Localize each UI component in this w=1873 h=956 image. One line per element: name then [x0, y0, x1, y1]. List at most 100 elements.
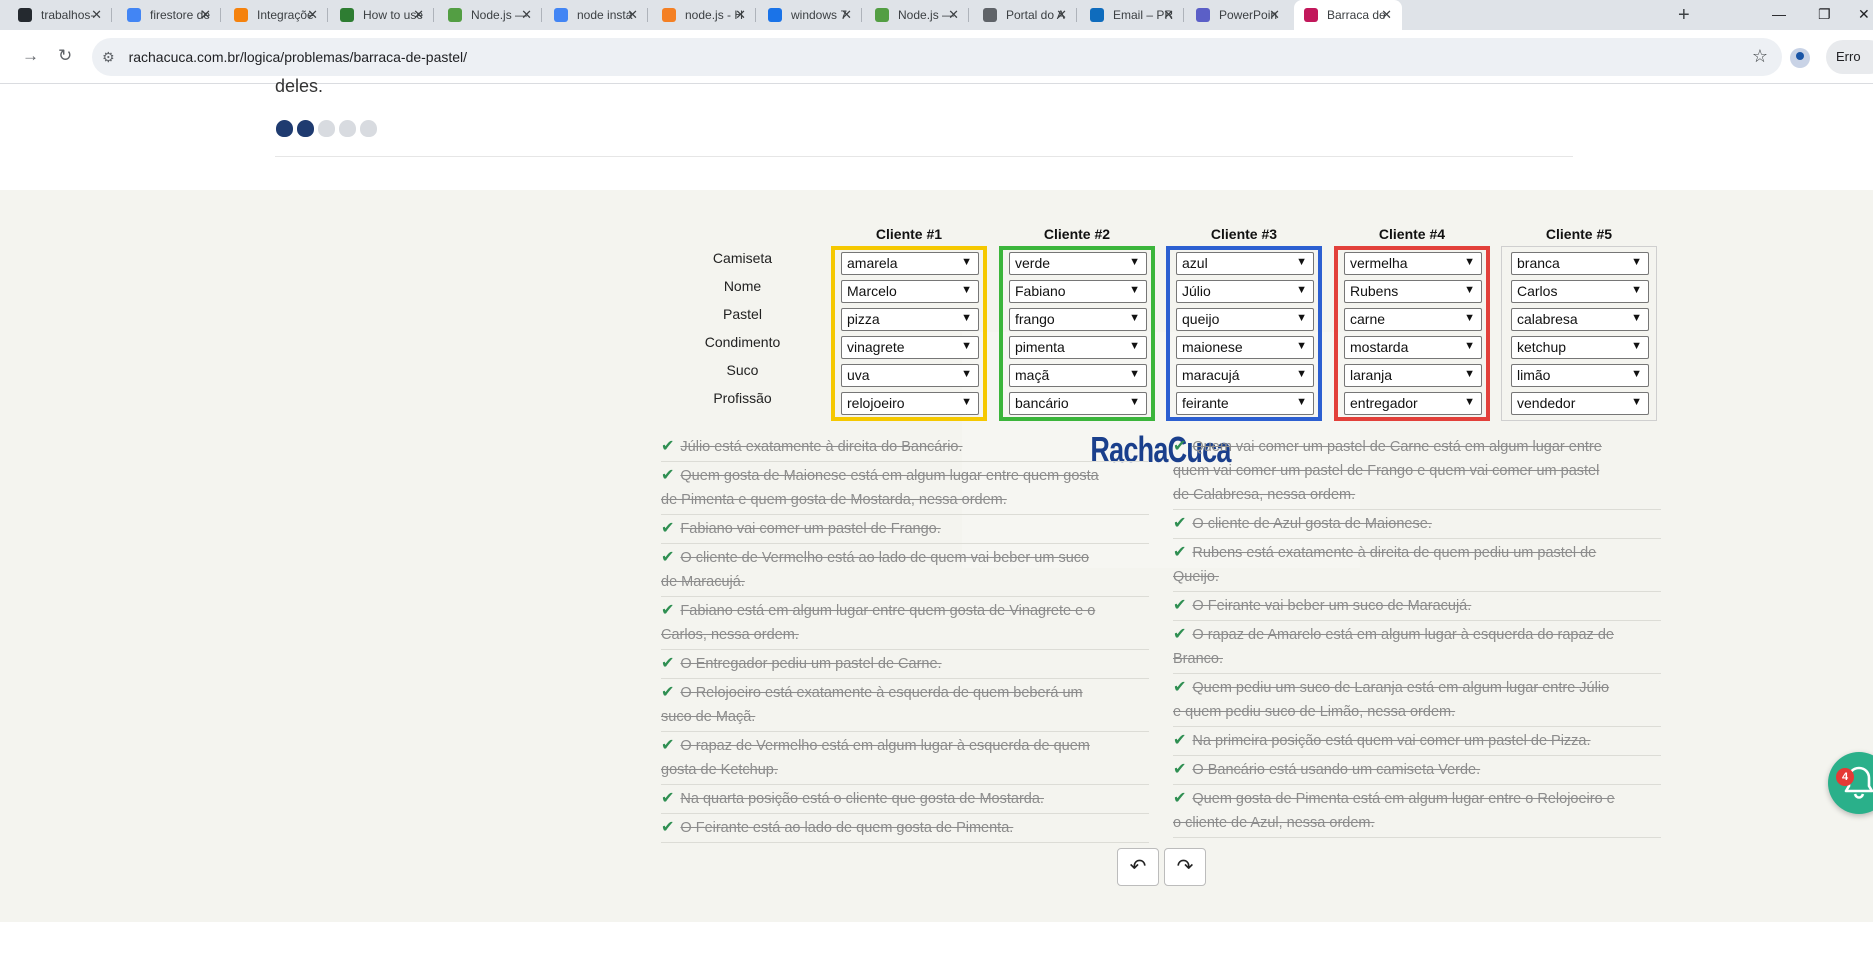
browser-tab[interactable]: node insta ✕ — [544, 0, 648, 30]
select-value: amarela — [847, 255, 898, 271]
clue-text: gosta de Ketchup. — [661, 762, 778, 778]
close-tab-icon[interactable]: ✕ — [1269, 8, 1280, 22]
attribute-select[interactable]: calabresa ▼ — [1511, 308, 1649, 331]
attribute-select[interactable]: maracujá ▼ — [1176, 364, 1314, 387]
profile-error-button[interactable]: Erro — [1826, 40, 1873, 74]
clue-item[interactable]: ✔ Quem pediu um suco de Laranja está em a… — [1173, 676, 1661, 724]
clue-item[interactable]: ✔ Quem gosta de Pimenta está em algum lug… — [1173, 787, 1661, 835]
attribute-select[interactable]: laranja ▼ — [1344, 364, 1482, 387]
firebase-icon — [234, 8, 248, 22]
browser-tab[interactable]: Integraçõe ✕ — [224, 0, 328, 30]
clue-item[interactable]: ✔ Fabiano está em algum lugar entre quem … — [661, 599, 1149, 647]
browser-tab[interactable]: How to use ✕ — [330, 0, 434, 30]
attribute-select[interactable]: feirante ▼ — [1176, 392, 1314, 415]
attribute-select[interactable]: vinagrete ▼ — [841, 336, 979, 359]
attribute-select[interactable]: maçã ▼ — [1009, 364, 1147, 387]
close-tab-icon[interactable]: ✕ — [200, 8, 211, 22]
clue-item[interactable]: ✔ O Feirante está ao lado de quem gosta d… — [661, 816, 1149, 840]
attribute-select[interactable]: vendedor ▼ — [1511, 392, 1649, 415]
new-tab-button[interactable]: + — [1678, 4, 1690, 27]
attribute-select[interactable]: verde ▼ — [1009, 252, 1147, 275]
close-window-button[interactable]: ✕ — [1858, 6, 1870, 23]
attribute-select[interactable]: uva ▼ — [841, 364, 979, 387]
undo-button[interactable]: ↶ — [1117, 848, 1159, 886]
clue-item[interactable]: ✔ O cliente de Vermelho está ao lado de q… — [661, 546, 1149, 594]
attribute-select[interactable]: Carlos ▼ — [1511, 280, 1649, 303]
clue-item[interactable]: ✔ Rubens está exatamente à direita de que… — [1173, 541, 1661, 589]
close-tab-icon[interactable]: ✕ — [948, 8, 959, 22]
chevron-down-icon: ▼ — [1631, 368, 1642, 380]
close-tab-icon[interactable]: ✕ — [307, 8, 318, 22]
browser-tab[interactable]: Node.js — ✕ — [865, 0, 969, 30]
url-text[interactable]: rachacuca.com.br/logica/problemas/barrac… — [129, 49, 468, 65]
close-tab-icon[interactable]: ✕ — [841, 8, 852, 22]
browser-tab[interactable]: firestore de ✕ — [117, 0, 221, 30]
attribute-select[interactable]: bancário ▼ — [1009, 392, 1147, 415]
browser-tab[interactable]: trabalhos- ✕ — [8, 0, 112, 30]
attribute-select[interactable]: pimenta ▼ — [1009, 336, 1147, 359]
browser-tab[interactable]: PowerPoin ✕ — [1186, 0, 1290, 30]
clue-item[interactable]: ✔ O cliente de Azul gosta de Maionese. — [1173, 512, 1661, 536]
close-tab-icon[interactable]: ✕ — [627, 8, 638, 22]
attribute-select[interactable]: maionese ▼ — [1176, 336, 1314, 359]
browser-tab[interactable]: windows 7 ✕ — [758, 0, 862, 30]
reload-icon[interactable]: ↻ — [58, 46, 72, 66]
select-value: uva — [847, 367, 870, 383]
clue-item[interactable]: ✔ O Entregador pediu um pastel de Carne. — [661, 652, 1149, 676]
attribute-select[interactable]: pizza ▼ — [841, 308, 979, 331]
browser-tab[interactable]: Barraca de ✕ — [1294, 0, 1402, 30]
attribute-select[interactable]: Júlio ▼ — [1176, 280, 1314, 303]
attribute-select[interactable]: Fabiano ▼ — [1009, 280, 1147, 303]
address-bar[interactable]: ⚙ rachacuca.com.br/logica/problemas/barr… — [92, 38, 1782, 76]
attribute-select[interactable]: amarela ▼ — [841, 252, 979, 275]
clue-item[interactable]: ✔ Júlio está exatamente à direita do Banc… — [661, 435, 1149, 459]
check-icon: ✔ — [661, 549, 675, 566]
restore-button[interactable]: ❐ — [1818, 6, 1831, 23]
clue-item[interactable]: ✔ O Bancário está usando um camiseta Verd… — [1173, 758, 1661, 782]
attribute-select[interactable]: Marcelo ▼ — [841, 280, 979, 303]
profile-avatar-icon[interactable] — [1790, 48, 1810, 68]
attribute-select[interactable]: azul ▼ — [1176, 252, 1314, 275]
attribute-select[interactable]: queijo ▼ — [1176, 308, 1314, 331]
close-tab-icon[interactable]: ✕ — [1381, 8, 1392, 22]
attribute-select[interactable]: Rubens ▼ — [1344, 280, 1482, 303]
close-tab-icon[interactable]: ✕ — [735, 8, 746, 22]
close-tab-icon[interactable]: ✕ — [91, 8, 102, 22]
attribute-select[interactable]: carne ▼ — [1344, 308, 1482, 331]
clue-item[interactable]: ✔ Na quarta posição está o cliente que go… — [661, 787, 1149, 811]
browser-tab[interactable]: node.js - H ✕ — [652, 0, 756, 30]
bookmark-star-icon[interactable]: ☆ — [1752, 46, 1768, 67]
attribute-select[interactable]: entregador ▼ — [1344, 392, 1482, 415]
attribute-select[interactable]: vermelha ▼ — [1344, 252, 1482, 275]
attribute-select[interactable]: frango ▼ — [1009, 308, 1147, 331]
clue-item[interactable]: ✔ O rapaz de Vermelho está em algum lugar… — [661, 734, 1149, 782]
forward-icon[interactable]: → — [22, 46, 39, 66]
attribute-select[interactable]: ketchup ▼ — [1511, 336, 1649, 359]
clue-item[interactable]: ✔ Quem gosta de Maionese está em algum lu… — [661, 464, 1149, 512]
close-tab-icon[interactable]: ✕ — [1163, 8, 1174, 22]
clue-text: Rubens está exatamente à direita de quem… — [1192, 545, 1597, 561]
minimize-button[interactable]: — — [1772, 6, 1786, 22]
clue-item[interactable]: ✔ O rapaz de Amarelo está em algum lugar … — [1173, 623, 1661, 671]
redo-button[interactable]: ↷ — [1164, 848, 1206, 886]
clue-item[interactable]: ✔ Quem vai comer um pastel de Carne está … — [1173, 435, 1661, 507]
attribute-select[interactable]: limão ▼ — [1511, 364, 1649, 387]
clue-item[interactable]: ✔ Na primeira posição está quem vai comer… — [1173, 729, 1661, 753]
browser-tab[interactable]: Node.js — ✕ — [438, 0, 542, 30]
browser-tab[interactable]: Email – PR ✕ — [1080, 0, 1184, 30]
clue-item[interactable]: ✔ Fabiano vai comer um pastel de Frango. — [661, 517, 1149, 541]
clue-item[interactable]: ✔ O Relojoeiro está exatamente à esquerda… — [661, 681, 1149, 729]
close-tab-icon[interactable]: ✕ — [413, 8, 424, 22]
attribute-select[interactable]: branca ▼ — [1511, 252, 1649, 275]
attribute-select[interactable]: mostarda ▼ — [1344, 336, 1482, 359]
site-info-icon[interactable]: ⚙ — [102, 49, 115, 66]
browser-tab[interactable]: Portal do A ✕ — [973, 0, 1077, 30]
select-value: bancário — [1015, 395, 1069, 411]
close-tab-icon[interactable]: ✕ — [521, 8, 532, 22]
chevron-down-icon: ▼ — [1631, 284, 1642, 296]
difficulty-brain-icon — [339, 120, 356, 137]
close-tab-icon[interactable]: ✕ — [1056, 8, 1067, 22]
attribute-select[interactable]: relojoeiro ▼ — [841, 392, 979, 415]
clue-item[interactable]: ✔ O Feirante vai beber um suco de Maracuj… — [1173, 594, 1661, 618]
cliente-header: Cliente #3 — [1210, 226, 1278, 242]
